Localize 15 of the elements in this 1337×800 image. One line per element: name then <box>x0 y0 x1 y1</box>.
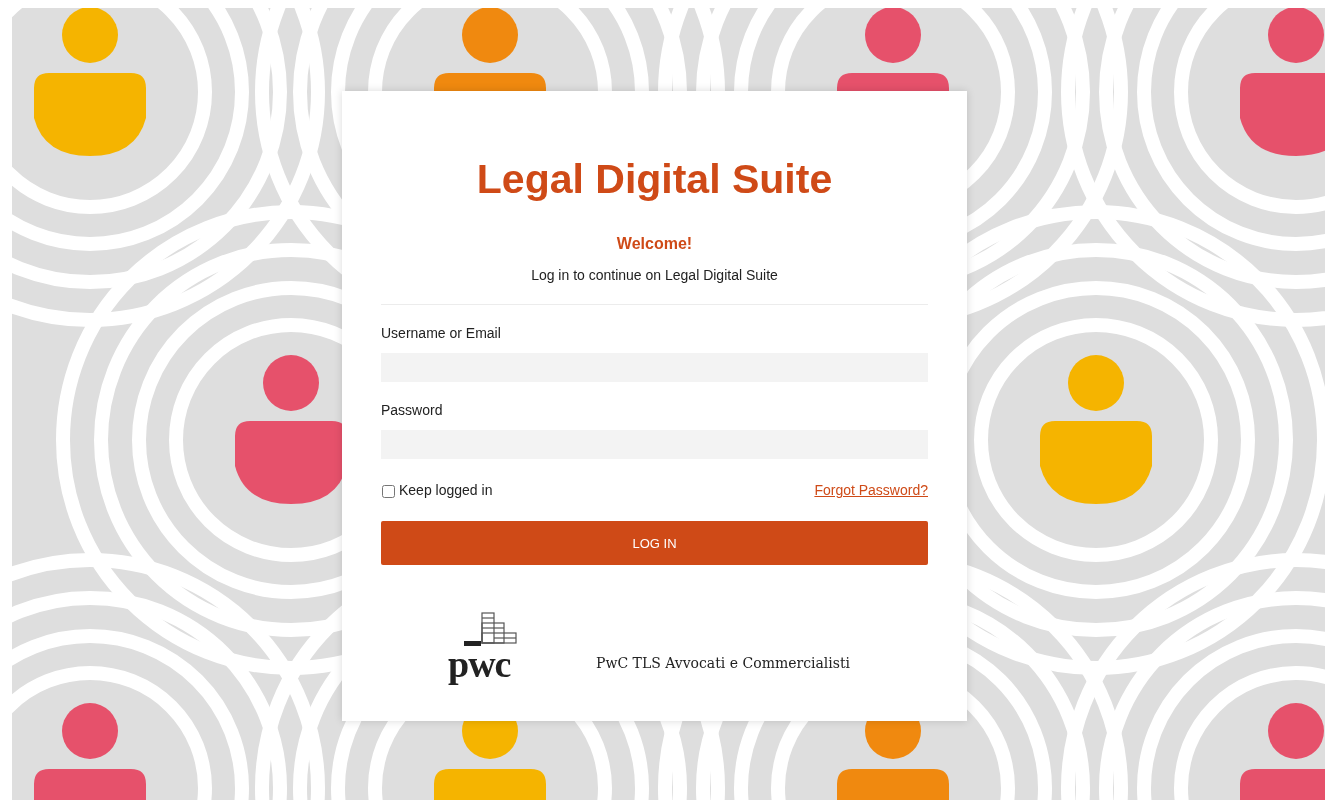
person-icon <box>1240 703 1325 800</box>
login-button[interactable]: LOG IN <box>381 521 928 565</box>
firm-name: PwC TLS Avvocati e Commercialisti <box>596 655 851 671</box>
field-label: Password <box>381 402 444 418</box>
person-icon <box>1240 8 1325 156</box>
person-icon <box>34 8 146 156</box>
app-title: Legal Digital Suite <box>475 155 834 203</box>
forgot-password-link[interactable]: Forgot Password? <box>814 482 928 498</box>
keep-logged-in-checkbox[interactable] <box>382 484 395 498</box>
login-subtitle: Log in to continue on Legal Digital Suite <box>530 267 779 283</box>
person-icon <box>1040 355 1152 504</box>
person-icon <box>34 703 146 800</box>
welcome-heading: Welcome! <box>615 235 694 253</box>
keep-logged-in-label: Keep logged in <box>399 482 493 498</box>
field-label: Username or Email <box>381 325 502 341</box>
